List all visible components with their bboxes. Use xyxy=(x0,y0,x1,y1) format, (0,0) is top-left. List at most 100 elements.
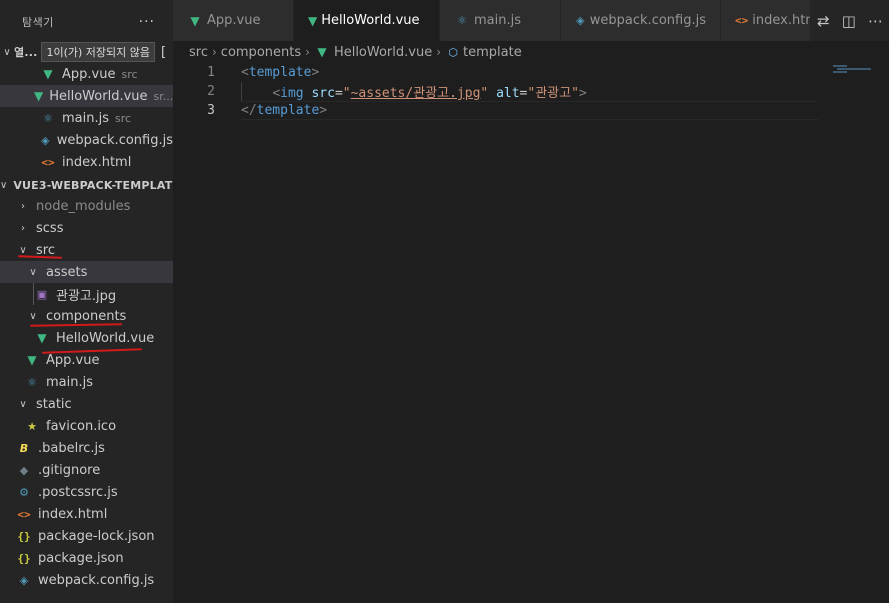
tree-label: assets xyxy=(46,264,88,280)
minimap[interactable] xyxy=(827,63,889,603)
tree-folder-assets[interactable]: ∨ assets xyxy=(0,261,173,283)
tree-file-mainjs[interactable]: ⚛ main.js xyxy=(0,371,173,393)
tree-file-gitignore[interactable]: ◆ .gitignore xyxy=(0,459,173,481)
tree-label: static xyxy=(36,396,72,412)
code-text: <img src="~assets/관광고.jpg" alt="관광고"> xyxy=(272,86,587,101)
explorer-sidebar: 탐색기 ··· ∨ 열... 1이(가) 저장되지 않음 [ ▼ App.vue… xyxy=(0,0,173,603)
image-file-icon: ▣ xyxy=(36,287,48,301)
chevron-down-icon: ∨ xyxy=(3,46,11,58)
tab-bar: ▼ App.vue ▼ HelloWorld.vue ⚛ main.js ◈ w… xyxy=(173,0,889,41)
html-icon: <> xyxy=(41,155,55,169)
tree-label: App.vue xyxy=(46,352,100,368)
open-editor-name: webpack.config.js xyxy=(56,132,173,148)
tab-index-html[interactable]: <> index.htm xyxy=(721,0,811,41)
tree-label: favicon.ico xyxy=(46,418,117,434)
open-editor-item[interactable]: <> index.html xyxy=(0,151,173,173)
editor-area: ▼ App.vue ▼ HelloWorld.vue ⚛ main.js ◈ w… xyxy=(173,0,889,603)
open-editor-item[interactable]: ◈ webpack.config.js xyxy=(0,129,173,151)
editor-actions: ⇄ ◫ ⋯ xyxy=(811,0,889,41)
open-editor-name: index.html xyxy=(62,154,132,170)
breadcrumb-item[interactable]: template xyxy=(463,45,522,60)
project-label: VUE3-WEBPACK-TEMPLATE xyxy=(13,178,173,192)
code-line[interactable]: 2 <img src="~assets/관광고.jpg" alt="관광고"> xyxy=(173,82,889,101)
git-icon: ◆ xyxy=(19,463,29,477)
breadcrumb-item[interactable]: HelloWorld.vue xyxy=(334,45,432,60)
tab-helloworld-vue[interactable]: ▼ HelloWorld.vue xyxy=(294,0,440,41)
tree-label: .babelrc.js xyxy=(38,440,105,456)
tab-app-vue[interactable]: ▼ App.vue xyxy=(173,0,294,41)
chevron-down-icon: ∨ xyxy=(19,244,27,256)
tree-label: index.html xyxy=(38,506,108,522)
tab-label: main.js xyxy=(474,13,521,28)
tree-file-postcss[interactable]: ⚙ .postcssrc.js xyxy=(0,481,173,503)
tree-file-babelrc[interactable]: B .babelrc.js xyxy=(0,437,173,459)
json-icon: {} xyxy=(17,551,31,565)
chevron-right-icon: › xyxy=(436,45,442,59)
chevron-right-icon: › xyxy=(21,222,25,234)
gear-icon: ⚙ xyxy=(19,485,29,499)
tree-label: package.json xyxy=(38,550,124,566)
breadcrumb-item[interactable]: src xyxy=(189,45,208,60)
tree-label: main.js xyxy=(46,374,93,390)
tree-file-packagelock[interactable]: {} package-lock.json xyxy=(0,525,173,547)
open-editor-item[interactable]: ▼ App.vue src xyxy=(0,63,173,85)
unsaved-tooltip: 1이(가) 저장되지 않음 xyxy=(41,42,156,62)
tree-file-webpackconfig[interactable]: ◈ webpack.config.js xyxy=(0,569,173,591)
webpack-icon: ◈ xyxy=(41,133,50,147)
tree-file-image[interactable]: ▣ 관광고.jpg xyxy=(0,283,173,305)
minimap-line xyxy=(833,71,847,73)
tree-file-indexhtml[interactable]: <> index.html xyxy=(0,503,173,525)
tree-file-packagejson[interactable]: {} package.json xyxy=(0,547,173,569)
vue-icon: ▼ xyxy=(317,45,327,59)
chevron-right-icon: › xyxy=(305,45,310,59)
tooltip-bracket: [ xyxy=(161,44,167,60)
code-line-current[interactable]: 3 </template> xyxy=(173,101,889,120)
open-editor-name: HelloWorld.vue xyxy=(49,88,148,104)
explorer-header: 탐색기 ··· xyxy=(0,0,173,44)
tab-label: HelloWorld.vue xyxy=(321,13,420,28)
json-icon: {} xyxy=(17,529,31,543)
tree-folder-scss[interactable]: › scss xyxy=(0,217,173,239)
breadcrumb: src › components › ▼ HelloWorld.vue › ⬡ … xyxy=(173,41,889,63)
line-number: 3 xyxy=(207,103,215,118)
tab-webpack-config[interactable]: ◈ webpack.config.js xyxy=(561,0,721,41)
chevron-down-icon: ∨ xyxy=(29,266,37,278)
tree-label: .postcssrc.js xyxy=(38,484,118,500)
chevron-right-icon: › xyxy=(211,45,217,59)
tree-file-favicon[interactable]: ★ favicon.ico xyxy=(0,415,173,437)
open-editors-section-header[interactable]: ∨ 열... 1이(가) 저장되지 않음 [ xyxy=(0,41,173,63)
tree-folder-src[interactable]: ∨ src xyxy=(0,239,173,261)
tree-folder-static[interactable]: ∨ static xyxy=(0,393,173,415)
code-editor[interactable]: 1 <template> 2 <img src="~assets/관광고.jpg… xyxy=(173,63,889,120)
chevron-right-icon: › xyxy=(21,200,25,212)
more-actions-icon[interactable]: ⋯ xyxy=(868,12,883,30)
tree-file-appvue[interactable]: ▼ App.vue xyxy=(0,349,173,371)
tab-main-js[interactable]: ⚛ main.js xyxy=(440,0,561,41)
tab-label: webpack.config.js xyxy=(589,13,706,28)
tab-label: index.htm xyxy=(752,13,810,28)
tree-label: components xyxy=(46,308,127,324)
tree-label: .gitignore xyxy=(38,462,101,478)
tree-file-helloworld[interactable]: ▼ HelloWorld.vue xyxy=(0,327,173,349)
html-icon: <> xyxy=(735,14,749,27)
line-number: 1 xyxy=(207,65,215,80)
open-editor-hint: src xyxy=(121,67,138,81)
tree-label: scss xyxy=(36,220,64,236)
project-section-header[interactable]: ∨ VUE3-WEBPACK-TEMPLATE xyxy=(0,174,173,196)
breadcrumb-item[interactable]: components xyxy=(221,45,301,60)
open-editor-item[interactable]: ▼ HelloWorld.vue sr... xyxy=(0,85,173,107)
open-editor-item[interactable]: ⚛ main.js src xyxy=(0,107,173,129)
more-actions-icon[interactable]: ··· xyxy=(139,14,155,30)
split-editor-icon[interactable]: ◫ xyxy=(842,12,856,30)
html-icon: <> xyxy=(17,507,31,521)
tree-folder-node-modules[interactable]: › node_modules xyxy=(0,195,173,217)
current-line-highlight xyxy=(241,101,818,120)
webpack-icon: ◈ xyxy=(576,14,585,27)
code-line[interactable]: 1 <template> xyxy=(173,63,889,82)
open-editor-name: App.vue xyxy=(62,66,116,82)
symbol-icon: ⬡ xyxy=(448,45,458,59)
compare-changes-icon[interactable]: ⇄ xyxy=(817,12,830,30)
js-icon: ⚛ xyxy=(457,14,467,27)
tab-label: App.vue xyxy=(207,13,261,28)
tree-label: package-lock.json xyxy=(38,528,155,544)
